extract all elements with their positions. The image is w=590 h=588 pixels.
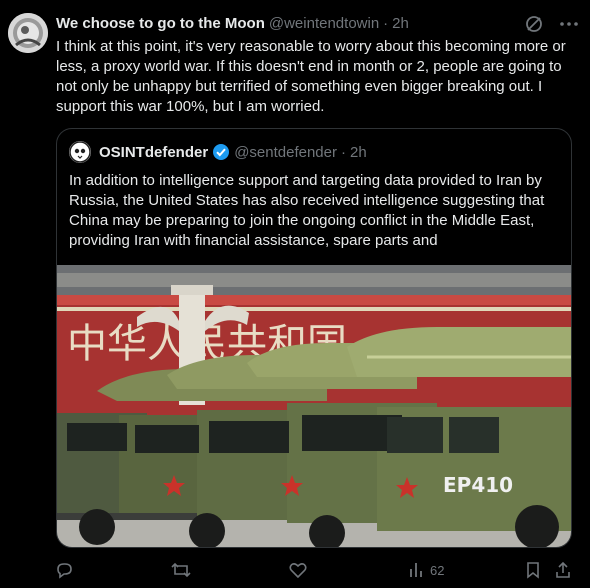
quote-separator: · xyxy=(340,143,346,161)
avatar-image xyxy=(8,13,48,53)
quoted-tweet[interactable]: OSINTdefender @sentdefender · 2h In addi… xyxy=(56,128,572,548)
grok-icon[interactable] xyxy=(523,13,545,35)
author-handle[interactable]: @weintendtowin xyxy=(269,15,379,32)
bookmark-icon xyxy=(527,562,539,579)
vehicle-code: EP410 xyxy=(443,473,513,497)
timestamp[interactable]: 2h xyxy=(392,15,409,32)
views-icon xyxy=(410,563,422,577)
retweet-button[interactable] xyxy=(170,558,192,582)
quote-image[interactable]: 中华人民共和国 EP410 xyxy=(57,265,571,547)
quote-author-name[interactable]: OSINTdefender xyxy=(99,144,208,161)
tweet-header: We choose to go to the Moon @weintendtow… xyxy=(56,13,554,33)
views-count: 62 xyxy=(430,562,445,578)
share-icon xyxy=(556,561,570,578)
bookmark-button[interactable] xyxy=(524,558,542,582)
quote-avatar[interactable] xyxy=(69,141,91,163)
quote-timestamp[interactable]: 2h xyxy=(350,144,367,161)
like-button[interactable] xyxy=(288,558,308,582)
quote-author-handle[interactable]: @sentdefender xyxy=(234,144,337,161)
separator: · xyxy=(383,14,389,32)
retweet-icon xyxy=(171,562,191,578)
missile-parade-photo: 中华人民共和国 EP410 xyxy=(57,265,571,547)
owl-icon xyxy=(69,141,91,163)
quote-text: In addition to intelligence support and … xyxy=(69,172,545,249)
action-bar: 62 xyxy=(0,558,590,584)
views-button[interactable]: 62 xyxy=(408,558,444,582)
share-button[interactable] xyxy=(554,558,572,582)
tweet[interactable]: We choose to go to the Moon @weintendtow… xyxy=(0,0,590,588)
author-name[interactable]: We choose to go to the Moon xyxy=(56,15,265,32)
reply-button[interactable] xyxy=(54,558,74,582)
avatar[interactable] xyxy=(8,13,48,53)
reply-icon xyxy=(57,563,72,579)
more-icon[interactable] xyxy=(558,13,580,35)
quote-header: OSINTdefender @sentdefender · 2h xyxy=(69,141,367,163)
like-icon xyxy=(289,563,307,579)
verified-badge-icon xyxy=(213,144,230,160)
tweet-text: I think at this point, it's very reasona… xyxy=(56,38,566,115)
